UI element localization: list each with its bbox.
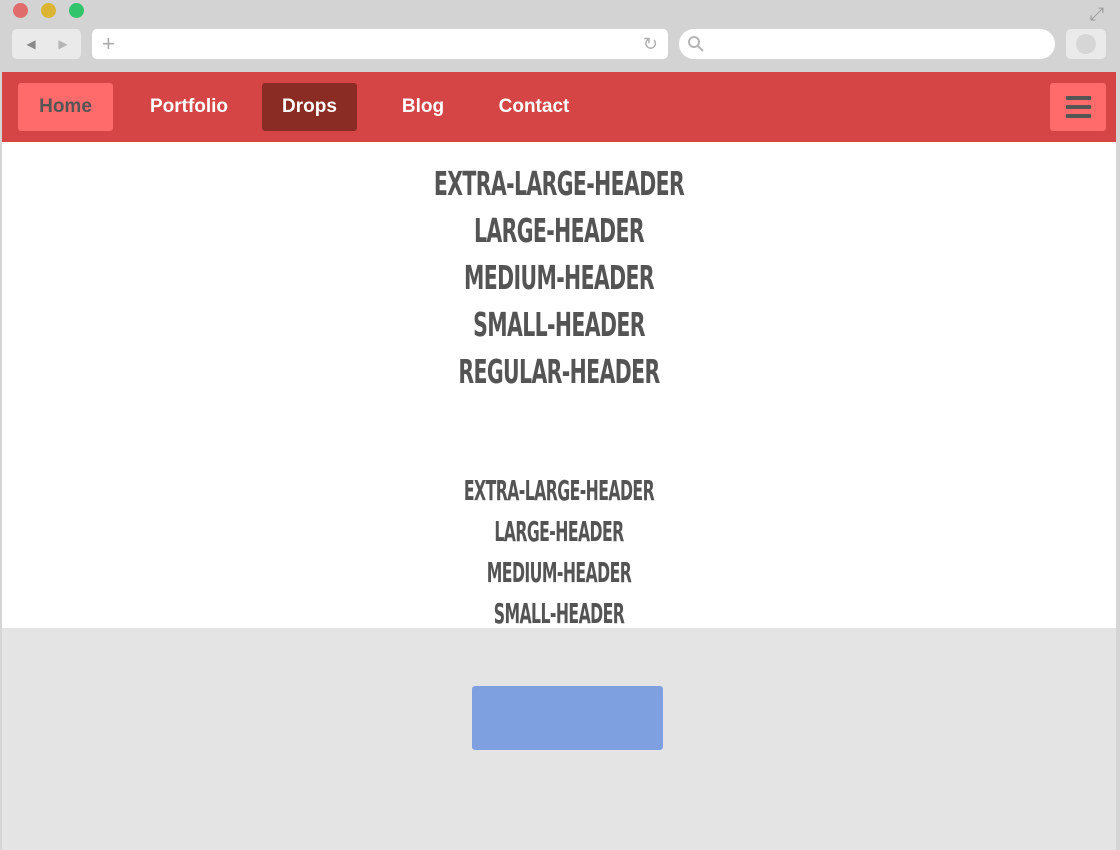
nav-home[interactable]: Home [18, 83, 113, 131]
back-icon[interactable]: ◀ [16, 29, 46, 59]
hamburger-menu-icon[interactable] [1050, 83, 1106, 131]
fullscreen-icon[interactable]: ⤢ [1086, 3, 1108, 25]
extension-button[interactable] [1066, 29, 1106, 59]
nav-portfolio[interactable]: Portfolio [132, 83, 246, 131]
minimize-window-button[interactable] [41, 3, 56, 18]
new-tab-icon[interactable]: + [102, 29, 115, 59]
extension-icon [1076, 34, 1096, 54]
medium-header: medium-header [464, 258, 655, 297]
nav-blog[interactable]: Blog [382, 83, 464, 131]
header-samples-small: extra-large-header large-header medium-h… [2, 470, 1116, 634]
medium-header: medium-header [486, 556, 632, 589]
forward-icon[interactable]: ▶ [48, 29, 78, 59]
close-window-button[interactable] [13, 3, 28, 18]
page-footer [2, 628, 1116, 850]
maximize-window-button[interactable] [69, 3, 84, 18]
small-header: small-header [473, 305, 645, 344]
extra-large-header: extra-large-header [433, 164, 685, 203]
nav-drops[interactable]: Drops [262, 83, 357, 131]
site-navbar: Home Portfolio Drops Blog Contact [2, 72, 1116, 142]
large-header: large-header [494, 515, 624, 548]
search-icon [688, 36, 704, 52]
address-bar[interactable]: + ↻ [92, 29, 668, 59]
extra-large-header: extra-large-header [463, 474, 655, 507]
nav-contact[interactable]: Contact [482, 83, 586, 131]
reload-icon[interactable]: ↻ [643, 29, 658, 59]
footer-button[interactable] [472, 686, 663, 750]
page-viewport: Home Portfolio Drops Blog Contact extra-… [2, 72, 1116, 850]
search-input[interactable] [679, 29, 1055, 59]
browser-chrome: ⤢ ◀ ▶ + ↻ [0, 0, 1120, 72]
large-header: large-header [473, 211, 645, 250]
header-samples-large: extra-large-header large-header medium-h… [2, 160, 1116, 395]
browser-window: ⤢ ◀ ▶ + ↻ Home Portfolio Drops Blog Cont… [0, 0, 1120, 850]
history-buttons: ◀ ▶ [12, 29, 81, 59]
regular-header: regular-header [458, 352, 660, 391]
